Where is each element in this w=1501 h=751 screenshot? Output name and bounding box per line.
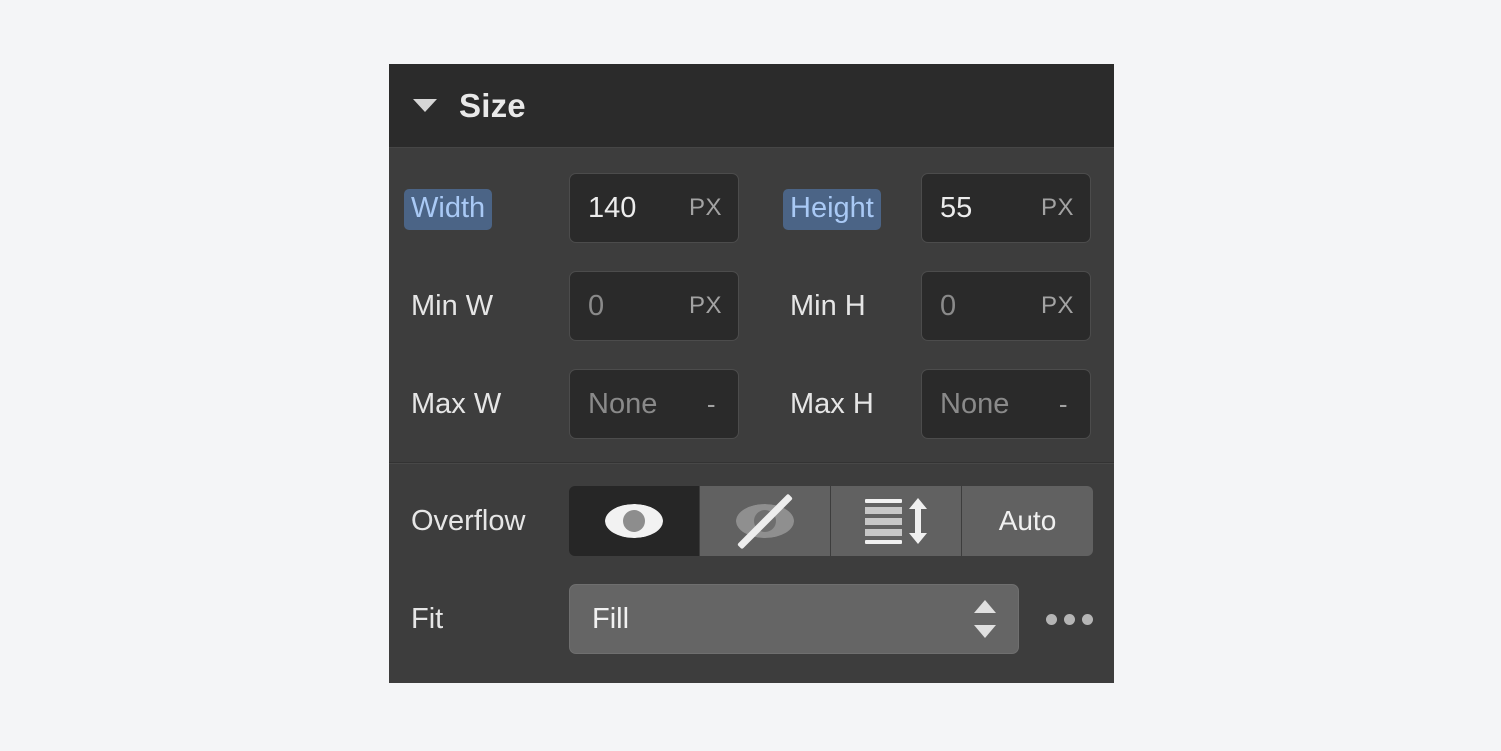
max-width-value: None bbox=[588, 387, 658, 420]
eye-off-icon bbox=[736, 493, 794, 549]
chevron-down-icon[interactable] bbox=[413, 99, 437, 112]
dot bbox=[1063, 613, 1075, 625]
size-panel: Size Width 140 PX Height 55 PX Min W 0 P… bbox=[389, 64, 1114, 683]
min-height-unit[interactable]: PX bbox=[1041, 294, 1074, 318]
fit-row: Fit Fill bbox=[411, 582, 1093, 656]
size-panel-header[interactable]: Size bbox=[389, 64, 1114, 148]
overflow-label: Overflow bbox=[411, 504, 526, 537]
height-label-cell: Height bbox=[765, 188, 921, 230]
overflow-option-visible[interactable] bbox=[569, 486, 700, 556]
width-label[interactable]: Width bbox=[404, 188, 493, 230]
overflow-fit-section: Overflow Auto Fit Fill bbox=[389, 464, 1114, 678]
width-input[interactable]: 140 PX bbox=[569, 173, 739, 243]
min-width-unit[interactable]: PX bbox=[689, 294, 722, 318]
scroll-icon bbox=[865, 498, 928, 544]
page-title: Size bbox=[459, 87, 526, 124]
fit-label: Fit bbox=[411, 602, 444, 635]
min-height-input[interactable]: 0 PX bbox=[921, 271, 1091, 341]
size-fields-grid: Width 140 PX Height 55 PX Min W 0 PX Min… bbox=[389, 148, 1114, 462]
overflow-option-auto-label: Auto bbox=[998, 505, 1057, 536]
max-width-input[interactable]: None - bbox=[569, 369, 739, 439]
height-value: 55 bbox=[940, 191, 973, 224]
min-width-input[interactable]: 0 PX bbox=[569, 271, 739, 341]
size-row-width-height: Width 140 PX Height 55 PX bbox=[404, 170, 1092, 246]
overflow-option-auto[interactable]: Auto bbox=[962, 486, 1093, 556]
width-unit[interactable]: PX bbox=[689, 196, 722, 220]
height-label[interactable]: Height bbox=[783, 188, 881, 230]
max-height-unit[interactable]: - bbox=[1059, 391, 1068, 417]
dot bbox=[1045, 613, 1057, 625]
overflow-row: Overflow Auto bbox=[411, 484, 1093, 558]
max-width-label-cell: Max W bbox=[411, 389, 569, 419]
eye-icon bbox=[605, 504, 663, 538]
chevron-updown-icon bbox=[974, 600, 996, 638]
width-value: 140 bbox=[588, 191, 637, 224]
fit-select-value: Fill bbox=[592, 602, 630, 635]
max-height-input[interactable]: None - bbox=[921, 369, 1091, 439]
overflow-option-scroll[interactable] bbox=[831, 486, 962, 556]
screen: Size Width 140 PX Height 55 PX Min W 0 P… bbox=[0, 0, 1501, 751]
fit-select[interactable]: Fill bbox=[569, 584, 1019, 654]
height-unit[interactable]: PX bbox=[1041, 196, 1074, 220]
max-width-unit[interactable]: - bbox=[707, 391, 716, 417]
height-input[interactable]: 55 PX bbox=[921, 173, 1091, 243]
size-row-max: Max W None - Max H None - bbox=[411, 366, 1092, 442]
size-row-min: Min W 0 PX Min H 0 PX bbox=[411, 268, 1092, 344]
max-height-value: None bbox=[940, 387, 1010, 420]
min-height-value: 0 bbox=[940, 289, 957, 322]
overflow-segmented-control[interactable]: Auto bbox=[569, 486, 1093, 556]
dot bbox=[1081, 613, 1093, 625]
max-height-label[interactable]: Max H bbox=[790, 389, 874, 419]
min-width-label[interactable]: Min W bbox=[411, 291, 493, 321]
size-panel-body: Width 140 PX Height 55 PX Min W 0 PX Min… bbox=[389, 148, 1114, 678]
max-width-label[interactable]: Max W bbox=[411, 389, 501, 419]
min-height-label[interactable]: Min H bbox=[790, 291, 866, 321]
min-height-label-cell: Min H bbox=[765, 291, 921, 321]
fit-more-options-button[interactable] bbox=[1041, 591, 1097, 647]
min-width-label-cell: Min W bbox=[411, 291, 569, 321]
width-label-cell: Width bbox=[404, 188, 569, 230]
min-width-value: 0 bbox=[588, 289, 605, 322]
max-height-label-cell: Max H bbox=[765, 389, 921, 419]
overflow-option-hidden[interactable] bbox=[700, 486, 831, 556]
